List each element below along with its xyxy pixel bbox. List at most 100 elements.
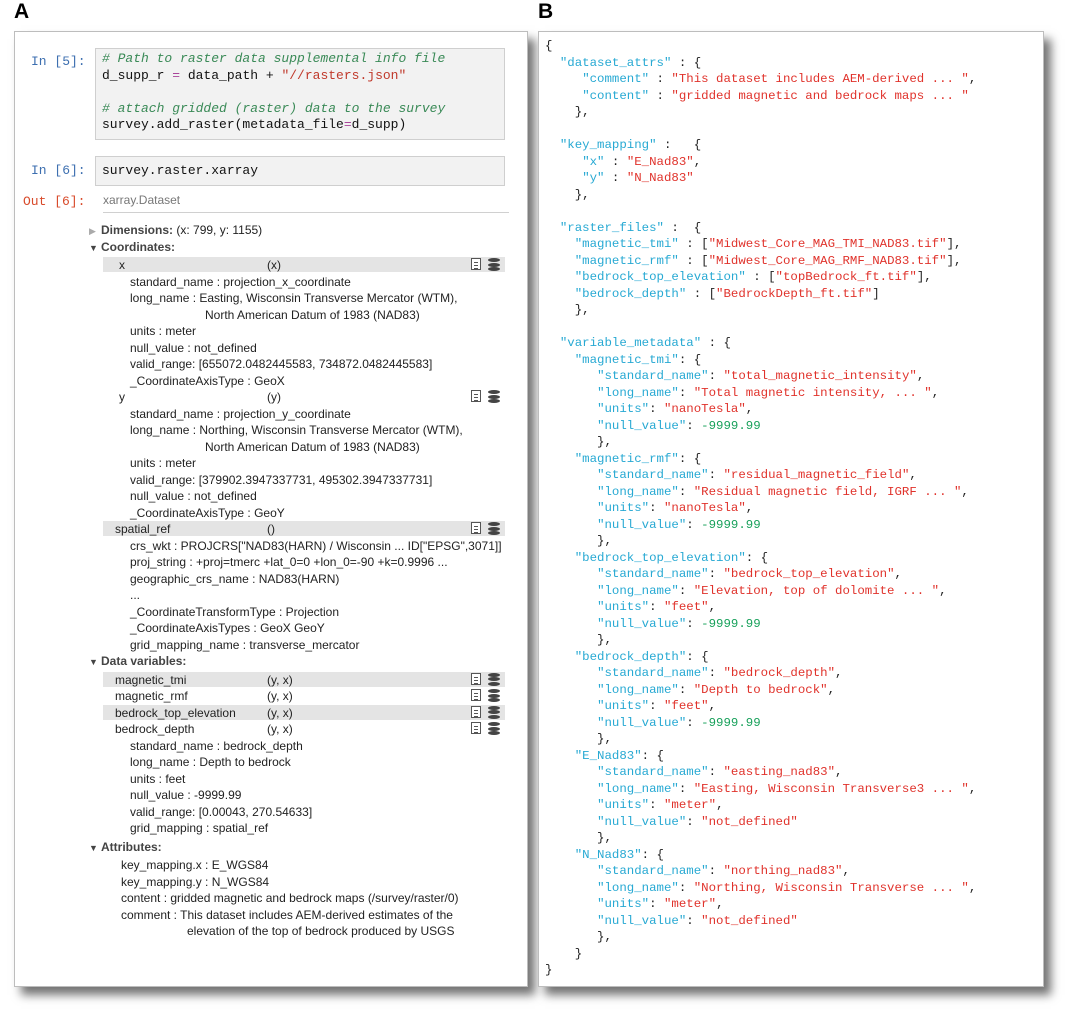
json-token: : <box>649 897 664 911</box>
json-line: "magnetic_rmf" : ["Midwest_Core_MAG_RMF_… <box>545 253 962 270</box>
json-token: : <box>686 418 702 433</box>
coord-attr: _CoordinateAxisTypes : GeoX GeoY <box>130 621 325 635</box>
json-line: "units": "meter", <box>545 797 724 814</box>
attributes-section-toggle-icon[interactable]: ▼ <box>89 840 101 856</box>
data-icon[interactable] <box>488 522 500 535</box>
json-token: "null_value" <box>597 814 687 829</box>
coord-attr: standard_name : projection_y_coordinate <box>130 406 351 421</box>
data-icon[interactable] <box>488 672 500 686</box>
json-line: "magnetic_rmf": { <box>545 451 701 468</box>
json-token: "BedrockDepth_ft.tif" <box>716 286 873 301</box>
json-token: "long_name" <box>597 385 679 400</box>
json-line: { <box>545 38 552 55</box>
json-token: "standard_name" <box>597 567 709 581</box>
json-token: : <box>708 369 724 383</box>
dataset-attr: key_mapping.y : N_WGS84 <box>121 874 270 889</box>
json-token: , <box>916 369 925 383</box>
json-line: "null_value": "not_defined" <box>545 913 798 930</box>
json-token: "long_name" <box>597 484 679 499</box>
json-token: "nanoTesla" <box>664 402 746 416</box>
json-token: "bedrock_top_elevation" <box>723 567 895 581</box>
json-token: "E_Nad83" <box>626 154 694 169</box>
json-token: "Residual magnetic field, IGRF ... " <box>693 484 962 499</box>
json-token: , <box>716 798 724 812</box>
var-magnetic-tmi-dims: (y, x) <box>267 672 293 687</box>
coordinates-section-toggle-icon[interactable]: ▼ <box>89 240 101 256</box>
json-line: "x" : "E_Nad83", <box>545 154 701 171</box>
attributes-section[interactable]: ▼ Attributes: <box>89 839 162 856</box>
attributes-icon[interactable] <box>471 672 481 685</box>
json-line: "null_value": -9999.99 <box>545 616 761 633</box>
json-token: -9999.99 <box>701 418 761 433</box>
json-token: "bedrock_depth" <box>574 649 687 664</box>
dataset-attr: content : gridded magnetic and bedrock m… <box>121 891 459 905</box>
json-token: : { <box>678 451 702 466</box>
coord-spatial-ref-name: spatial_ref <box>115 522 171 536</box>
data-icon[interactable] <box>488 258 500 271</box>
coord-attr: geographic_crs_name : NAD83(HARN) <box>130 571 340 586</box>
var-bedrock-depth-dims: (y, x) <box>267 722 293 736</box>
json-line: "long_name": "Total magnetic intensity, … <box>545 385 939 402</box>
json-token: ], <box>946 237 962 251</box>
json-token: , <box>842 864 850 878</box>
json-token: , <box>745 402 754 416</box>
json-token: : { <box>671 55 702 70</box>
json-token: "comment" <box>582 72 650 86</box>
json-line: "E_Nad83": { <box>545 748 664 765</box>
json-token: : <box>686 517 702 532</box>
dimensions-section-toggle-icon[interactable]: ▶ <box>89 223 101 239</box>
attributes-section-label: Attributes: <box>101 839 162 854</box>
json-token: : [ <box>678 237 709 251</box>
json-token: : <box>649 402 664 416</box>
json-line: "magnetic_tmi" : ["Midwest_Core_MAG_TMI_… <box>545 236 962 253</box>
var-attr: grid_mapping : spatial_ref <box>130 821 269 835</box>
json-token: }, <box>545 105 590 119</box>
json-line: "y" : "N_Nad83" <box>545 170 694 187</box>
attributes-icon[interactable] <box>471 722 481 734</box>
code-line: # attach gridded (raster) data to the su… <box>102 101 498 118</box>
attributes-icon[interactable] <box>471 258 481 270</box>
code-line: survey.add_raster(metadata_file=d_supp) <box>102 117 498 134</box>
json-token: : { <box>641 847 664 862</box>
attributes-icon[interactable] <box>471 522 481 534</box>
attributes-icon[interactable] <box>471 390 481 402</box>
code-token: = <box>172 67 181 83</box>
attributes-icon[interactable] <box>471 705 481 718</box>
coord-x-row-bg <box>103 257 505 272</box>
json-token: "null_value" <box>597 715 687 730</box>
json-line: "magnetic_tmi": { <box>545 352 701 369</box>
json-token: }, <box>545 187 590 202</box>
data-icon[interactable] <box>488 689 500 702</box>
output-divider <box>103 212 509 213</box>
attributes-icon[interactable] <box>471 689 481 701</box>
code-token: data_path + <box>180 67 282 83</box>
json-line: "units": "nanoTesla", <box>545 401 753 418</box>
var-magnetic-tmi-name: magnetic_tmi <box>115 672 187 687</box>
coord-attr: long_name : Northing, Wisconsin Transver… <box>130 423 463 437</box>
coordinates-section[interactable]: ▼ Coordinates: <box>89 239 175 256</box>
cell6-code-input[interactable]: survey.raster.xarray <box>95 156 505 186</box>
json-line: "long_name": "Northing, Wisconsin Transv… <box>545 880 976 897</box>
data-icon[interactable] <box>488 722 500 735</box>
json-token: ] <box>872 286 880 301</box>
dimensions-section[interactable]: ▶ Dimensions: (x: 799, y: 1155) <box>89 222 262 239</box>
cell5-code-input[interactable]: # Path to raster data supplemental info … <box>95 48 505 140</box>
json-token: : <box>708 468 724 482</box>
var-attr: standard_name : bedrock_depth <box>130 738 303 753</box>
data-icon[interactable] <box>488 390 500 403</box>
json-token: "magnetic_tmi" <box>574 237 679 251</box>
json-line: "long_name": "Elevation, top of dolomite… <box>545 583 946 600</box>
code-line: # Path to raster data supplemental info … <box>102 51 498 68</box>
data-icon[interactable] <box>488 705 500 719</box>
json-token: , <box>961 484 969 499</box>
json-token: : { <box>663 220 702 235</box>
data-variables-section-toggle-icon[interactable]: ▼ <box>89 654 101 670</box>
data-variables-section[interactable]: ▼ Data variables: <box>89 653 186 670</box>
